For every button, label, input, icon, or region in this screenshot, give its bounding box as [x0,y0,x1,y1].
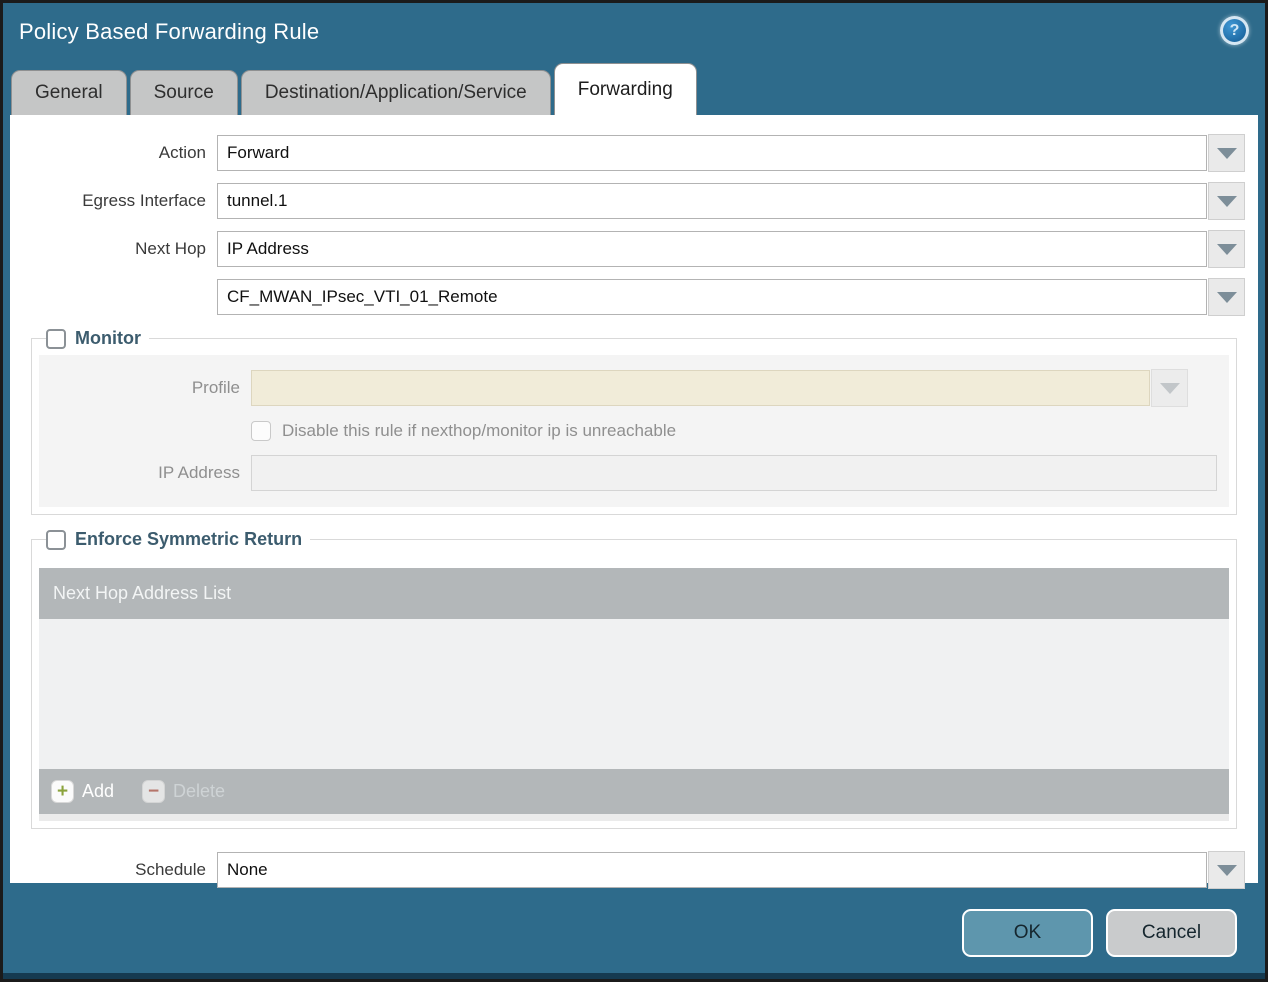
disable-rule-checkbox [251,421,271,441]
tab-source-label: Source [153,82,214,103]
next-hop-address-input-group [217,278,1245,316]
egress-interface-row: Egress Interface [10,182,1258,220]
table-toolbar: + Add − Delete [39,769,1229,814]
schedule-row: Schedule [10,851,1258,889]
monitor-ip-input [251,455,1217,491]
table-bottom-strip [39,814,1229,821]
tab-forwarding[interactable]: Forwarding [553,63,697,115]
symmetric-return-group: Enforce Symmetric Return Next Hop Addres… [31,529,1237,829]
chevron-down-icon [1159,382,1180,394]
table-header-label: Next Hop Address List [53,583,232,603]
disable-rule-row: Disable this rule if nexthop/monitor ip … [251,421,1229,441]
chevron-down-icon [1216,864,1237,876]
next-hop-type-input[interactable] [217,231,1207,267]
dialog-footer: OK Cancel [3,883,1265,979]
delete-button: − Delete [142,780,225,803]
tab-source[interactable]: Source [129,70,238,115]
chevron-down-icon [1216,147,1237,159]
next-hop-input-group [217,230,1245,268]
schedule-label: Schedule [135,860,206,879]
cancel-button[interactable]: Cancel [1106,909,1237,957]
disable-rule-label: Disable this rule if nexthop/monitor ip … [282,421,677,440]
next-hop-table-body [39,619,1229,769]
tab-general[interactable]: General [11,70,127,115]
profile-dropdown-button [1151,369,1188,407]
action-input[interactable] [217,135,1207,171]
monitor-group: Monitor Profile Disable this rule if nex… [31,328,1237,515]
symmetric-return-checkbox[interactable] [46,529,66,550]
profile-label: Profile [191,378,240,397]
add-button[interactable]: + Add [51,780,114,803]
profile-input [251,370,1150,406]
minus-icon: − [142,780,166,803]
egress-interface-input-group [217,182,1245,220]
ok-button[interactable]: OK [962,909,1093,957]
table-header: Next Hop Address List [39,568,1229,619]
chevron-down-icon [1216,243,1237,255]
egress-interface-input[interactable] [217,183,1207,219]
tab-general-label: General [35,82,103,103]
monitor-checkbox[interactable] [46,328,66,349]
next-hop-address-table: Next Hop Address List + Add − Delete [39,568,1229,821]
ok-button-label: OK [1013,922,1042,943]
symmetric-return-title: Enforce Symmetric Return [75,529,303,549]
help-glyph: ? [1229,21,1240,39]
chevron-down-icon [1216,195,1237,207]
monitor-legend: Monitor [46,328,149,349]
add-button-label: Add [82,781,115,801]
plus-icon: + [51,780,74,803]
dialog-titlebar: Policy Based Forwarding Rule ? [3,3,1265,61]
next-hop-address-input[interactable] [217,279,1207,315]
next-hop-label: Next Hop [135,239,206,258]
monitor-ip-label: IP Address [158,463,240,482]
dialog-bottom-strip [3,973,1265,979]
action-dropdown-button[interactable] [1208,134,1245,172]
delete-button-label: Delete [173,781,226,801]
profile-input-group [251,369,1188,407]
next-hop-dropdown-button[interactable] [1208,230,1245,268]
tab-forwarding-label: Forwarding [577,78,673,100]
tab-destination-application-service[interactable]: Destination/Application/Service [240,70,551,115]
monitor-title: Monitor [75,328,141,348]
tab-destination-label: Destination/Application/Service [264,82,527,103]
next-hop-address-row [10,278,1258,316]
chevron-down-icon [1216,291,1237,303]
next-hop-row: Next Hop [10,230,1258,268]
egress-interface-label: Egress Interface [82,191,206,210]
schedule-input-group [217,851,1245,889]
pbf-rule-dialog: Policy Based Forwarding Rule ? General S… [0,0,1268,982]
monitor-ip-input-group [251,455,1217,491]
schedule-input[interactable] [217,852,1207,888]
action-label: Action [158,143,206,162]
tab-bar: General Source Destination/Application/S… [3,61,1265,115]
schedule-dropdown-button[interactable] [1208,851,1245,889]
cancel-button-label: Cancel [1141,922,1202,943]
monitor-panel: Profile Disable this rule if nexthop/mon… [39,355,1229,507]
profile-row: Profile [39,369,1229,407]
dialog-title: Policy Based Forwarding Rule [19,19,320,44]
monitor-ip-row: IP Address [39,455,1229,491]
egress-interface-dropdown-button[interactable] [1208,182,1245,220]
help-icon[interactable]: ? [1220,16,1249,45]
action-row: Action [10,134,1258,172]
next-hop-address-dropdown-button[interactable] [1208,278,1245,316]
forwarding-tab-panel: Action Egress Interface Next Hop [10,115,1258,889]
symmetric-return-legend: Enforce Symmetric Return [46,529,310,550]
action-input-group [217,134,1245,172]
